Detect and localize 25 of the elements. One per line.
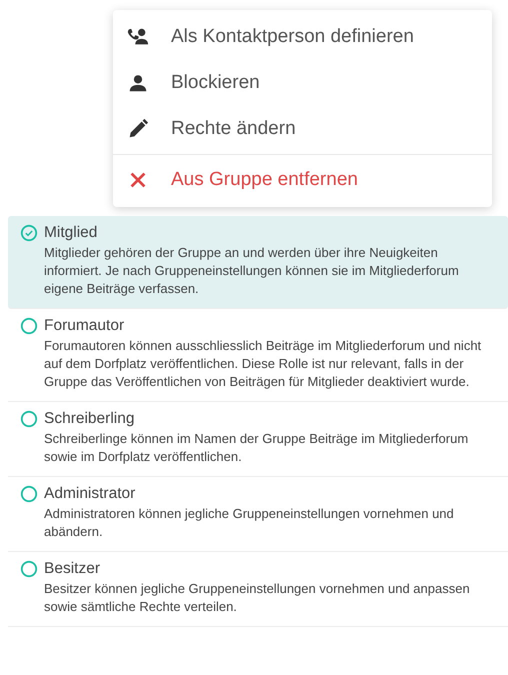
role-name: Mitglied [44, 224, 98, 242]
role-option[interactable]: Administrator Administratoren können jegliche Gruppeneinstellungen vornehmen und abändern. [8, 477, 508, 552]
menu-item[interactable]: Aus Gruppe entfernen [113, 157, 492, 203]
pencil-icon [127, 118, 149, 140]
role-description: Schreiberlinge können im Namen der Gruppe Beiträge im Mitgliederforum sowie im Dorfplatz veröffentlichen. [43, 430, 470, 466]
radio-circle-icon [20, 410, 38, 428]
menu-item[interactable]: Rechte ändern [113, 106, 492, 152]
menu-item[interactable]: Blockieren [113, 60, 492, 106]
role-description: Forumautoren können ausschliesslich Beiträge im Mitgliederforum und nicht auf dem Dorfplatz veröffentlichen. Diese Rolle ist nur relevant, falls in der Gruppe das Veröffentlichen von Beiträgen für Mitglieder deaktiviert wurde. [43, 337, 482, 391]
radio-circle-icon [20, 560, 38, 578]
role-name: Besitzer [44, 560, 100, 578]
role-name: Administrator [44, 485, 136, 503]
role-name: Forumautor [44, 317, 124, 335]
role-option[interactable]: Schreiberling Schreiberlinge können im Namen der Gruppe Beiträge im Mitgliederforum sowie im Dorfplatz veröffentlichen. [8, 402, 508, 477]
person-icon [127, 72, 149, 94]
role-description: Besitzer können jegliche Gruppeneinstellungen vornehmen und anpassen sowie sämtliche Rechte verteilen. [43, 580, 471, 616]
radio-circle-icon [20, 317, 38, 335]
role-option[interactable]: Besitzer Besitzer können jegliche Gruppeneinstellungen vornehmen und anpassen sowie sämtliche Rechte verteilen. [8, 552, 508, 627]
menu-item[interactable]: Als Kontaktperson definieren [113, 14, 492, 60]
role-description: Administratoren können jegliche Gruppeneinstellungen vornehmen und abändern. [43, 505, 455, 541]
role-description: Mitglieder gehören der Gruppe an und werden über ihre Neuigkeiten informiert. Je nach Gruppeneinstellungen können sie im Mitgliederforum eigene Beiträge verfassen. [43, 244, 460, 298]
check-circle-icon [20, 224, 38, 242]
radio-circle-icon [20, 485, 38, 503]
role-name: Schreiberling [44, 410, 134, 428]
role-option[interactable]: Mitglied Mitglieder gehören der Gruppe an und werden über ihre Neuigkeiten informiert. Je nach Gruppeneinstellungen können sie im Mitgliederforum eigene Beiträge verfassen. [8, 216, 508, 309]
